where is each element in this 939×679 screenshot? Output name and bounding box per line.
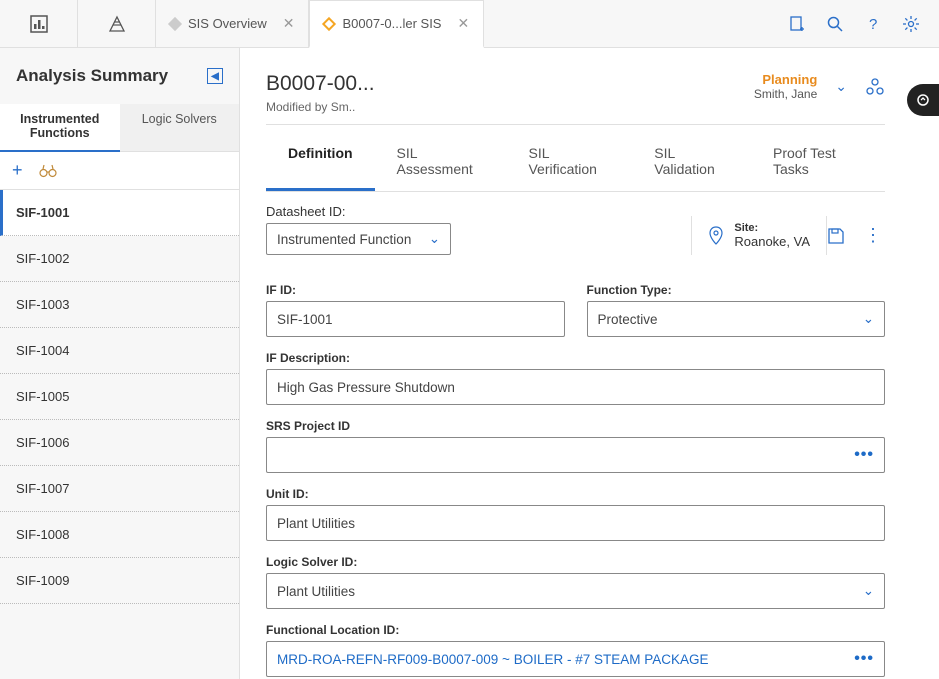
svg-text:?: ? xyxy=(869,16,877,33)
analysis-summary-title: Analysis Summary xyxy=(16,66,168,86)
status-label: Planning xyxy=(754,72,817,87)
diamond-icon xyxy=(322,16,336,30)
list-item[interactable]: SIF-1001 xyxy=(0,190,239,236)
list-item[interactable]: SIF-1007 xyxy=(0,466,239,512)
list-item[interactable]: SIF-1002 xyxy=(0,236,239,282)
list-item[interactable]: SIF-1009 xyxy=(0,558,239,604)
tab-boiler-sis[interactable]: B0007-0...ler SIS ✕ xyxy=(309,0,484,48)
chevron-down-icon: ⌄ xyxy=(429,231,440,247)
tab-sis-overview[interactable]: SIS Overview ✕ xyxy=(156,0,309,47)
chevron-down-icon: ⌄ xyxy=(863,583,874,599)
site-value: Roanoke, VA xyxy=(734,234,810,249)
unit-id-label: Unit ID: xyxy=(266,487,885,501)
location-pin-icon xyxy=(708,226,724,246)
expand-right-panel-icon[interactable] xyxy=(907,84,939,116)
unit-id-input[interactable]: Plant Utilities xyxy=(266,505,885,541)
save-icon[interactable] xyxy=(827,227,861,245)
tab-sil-verification[interactable]: SIL Verification xyxy=(506,131,632,191)
function-type-select[interactable]: Protective ⌄ xyxy=(587,301,886,337)
tab-sil-validation[interactable]: SIL Validation xyxy=(632,131,751,191)
binoculars-icon[interactable] xyxy=(39,164,57,178)
function-type-label: Function Type: xyxy=(587,283,886,297)
list-item[interactable]: SIF-1008 xyxy=(0,512,239,558)
hierarchy-icon-cell[interactable] xyxy=(78,0,156,47)
logic-solver-id-label: Logic Solver ID: xyxy=(266,555,885,569)
tab-definition[interactable]: Definition xyxy=(266,131,375,191)
relations-icon[interactable] xyxy=(865,77,885,97)
tab-proof-test-tasks[interactable]: Proof Test Tasks xyxy=(751,131,885,191)
diamond-icon xyxy=(168,16,182,30)
functional-location-id-label: Functional Location ID: xyxy=(266,623,885,637)
srs-project-id-label: SRS Project ID xyxy=(266,419,885,433)
if-id-label: IF ID: xyxy=(266,283,565,297)
clipboard-add-icon[interactable] xyxy=(787,14,807,34)
srs-project-id-input[interactable]: ••• xyxy=(266,437,885,473)
ellipsis-icon[interactable]: ••• xyxy=(854,650,874,668)
instrumented-functions-list: SIF-1001SIF-1002SIF-1003SIF-1004SIF-1005… xyxy=(0,190,239,679)
tab-sil-assessment[interactable]: SIL Assessment xyxy=(375,131,507,191)
functional-location-id-input[interactable]: MRD-ROA-REFN-RF009-B0007-009 ~ BOILER - … xyxy=(266,641,885,677)
close-icon[interactable]: ✕ xyxy=(283,15,295,32)
datasheet-id-select[interactable]: Instrumented Function ⌄ xyxy=(266,223,451,255)
page-title: B0007-00... xyxy=(266,72,375,96)
chevron-down-icon: ⌄ xyxy=(863,311,874,327)
tab-line1: Instrumented xyxy=(6,112,114,126)
more-vertical-icon[interactable]: ⋮ xyxy=(861,225,885,246)
add-icon[interactable]: + xyxy=(12,160,23,181)
tab-line2: Functions xyxy=(6,126,114,140)
pyramid-icon xyxy=(107,14,127,34)
datasheet-id-label: Datasheet ID: xyxy=(266,204,451,219)
if-description-label: IF Description: xyxy=(266,351,885,365)
tab-label: B0007-0...ler SIS xyxy=(342,16,441,31)
site-block: Site: Roanoke, VA xyxy=(691,216,827,255)
modified-by-text: Modified by Sm.. xyxy=(266,100,375,114)
tab-logic-solvers[interactable]: Logic Solvers xyxy=(120,104,240,152)
site-label: Site: xyxy=(734,222,810,234)
tab-instrumented-functions[interactable]: Instrumented Functions xyxy=(0,104,120,152)
close-icon[interactable]: ✕ xyxy=(457,15,469,32)
gear-icon[interactable] xyxy=(901,14,921,34)
list-item[interactable]: SIF-1006 xyxy=(0,420,239,466)
dashboard-icon-cell[interactable] xyxy=(0,0,78,47)
datasheet-id-value: Instrumented Function xyxy=(277,232,411,247)
if-id-input[interactable]: SIF-1001 xyxy=(266,301,565,337)
list-item[interactable]: SIF-1004 xyxy=(0,328,239,374)
search-icon[interactable] xyxy=(825,14,845,34)
list-item[interactable]: SIF-1003 xyxy=(0,282,239,328)
logic-solver-id-select[interactable]: Plant Utilities ⌄ xyxy=(266,573,885,609)
status-user: Smith, Jane xyxy=(754,87,817,101)
help-icon[interactable]: ? xyxy=(863,14,883,34)
ellipsis-icon[interactable]: ••• xyxy=(854,446,874,464)
if-description-input[interactable]: High Gas Pressure Shutdown xyxy=(266,369,885,405)
tab-label: SIS Overview xyxy=(188,16,267,31)
tab-label: Logic Solvers xyxy=(142,112,217,126)
status-chevron-down-icon[interactable]: ⌄ xyxy=(835,78,847,95)
collapse-panel-icon[interactable]: ◀ xyxy=(207,68,223,84)
list-item[interactable]: SIF-1005 xyxy=(0,374,239,420)
bar-chart-icon xyxy=(29,14,49,34)
